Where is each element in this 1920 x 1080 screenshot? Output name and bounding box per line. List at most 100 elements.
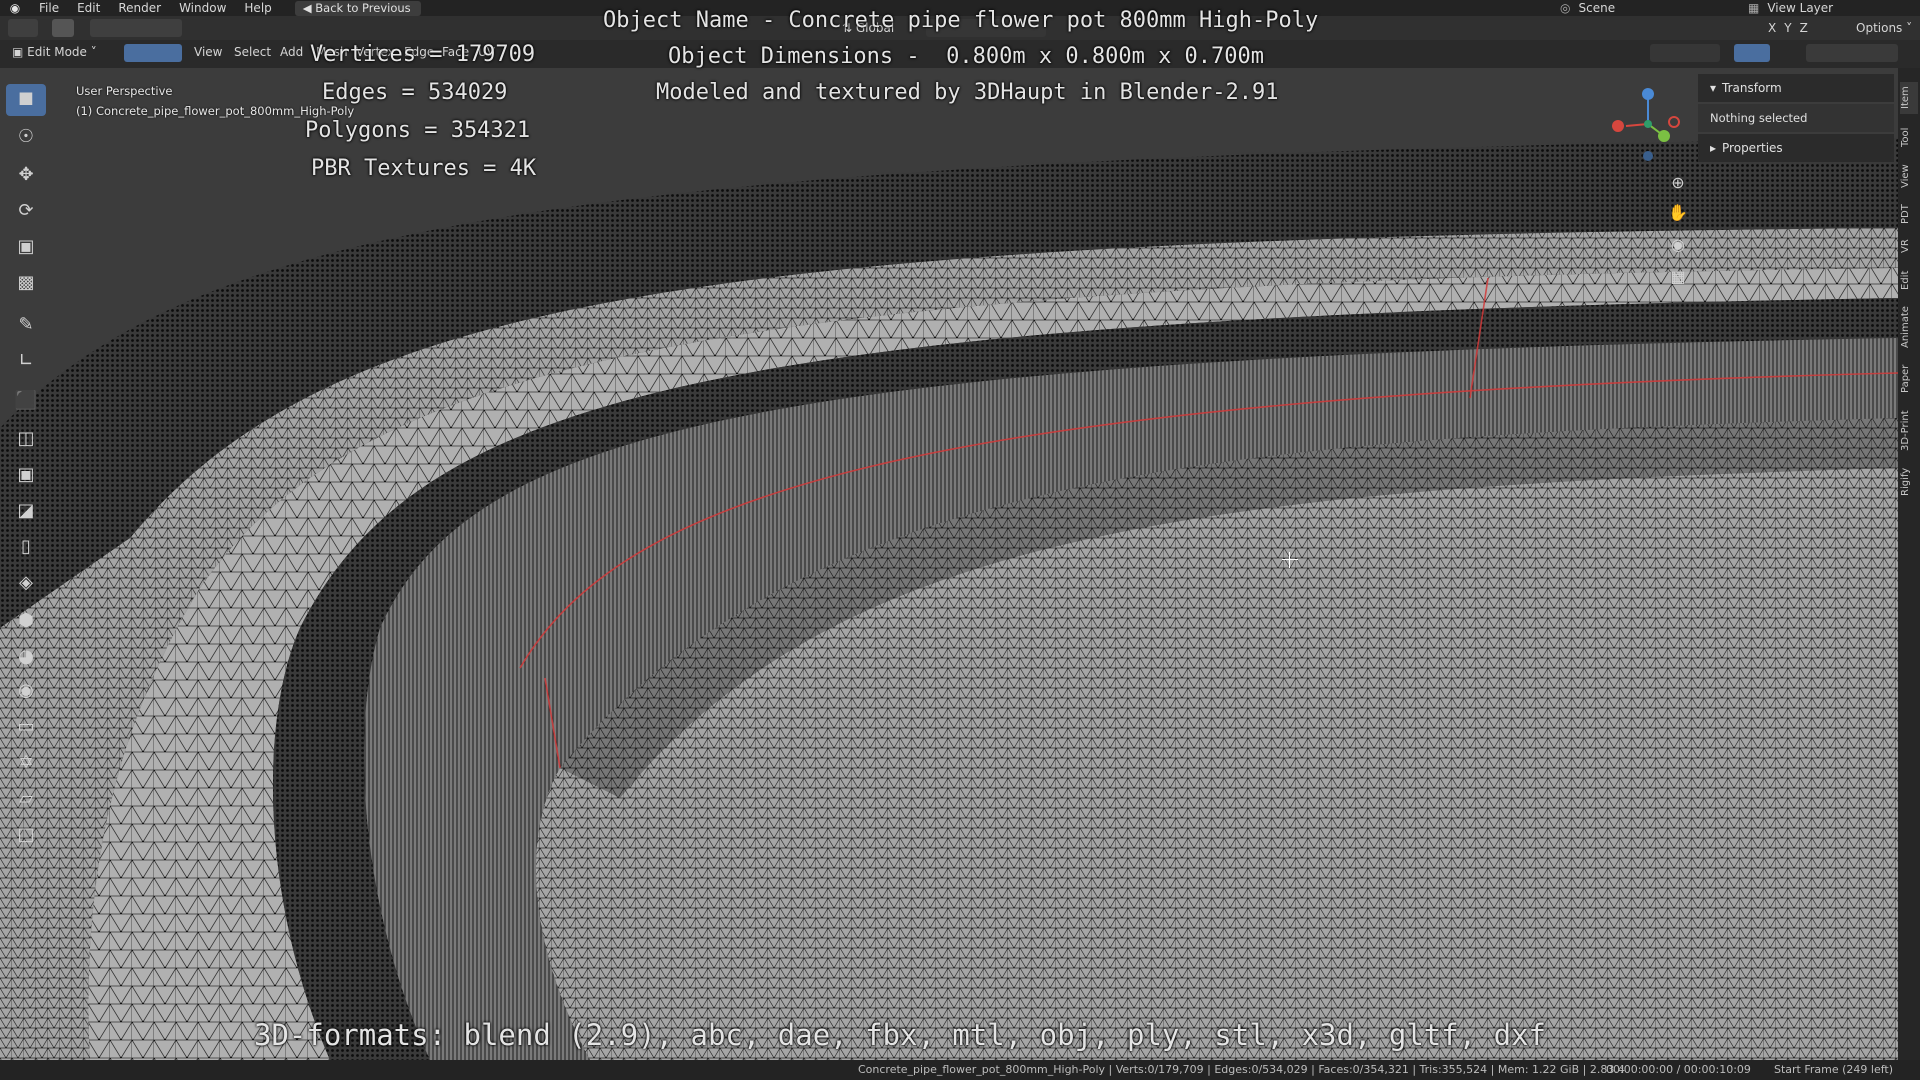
smooth-tool-icon[interactable]: ◉: [6, 674, 46, 706]
view-layer-icon: ▦: [1748, 1, 1760, 15]
menu-view[interactable]: View: [194, 42, 222, 62]
edit-mode-icon: ▣: [12, 45, 28, 59]
knife-tool-icon[interactable]: ◈: [6, 566, 46, 598]
tab-paper[interactable]: Paper: [1900, 360, 1918, 398]
view-layer-name: View Layer: [1767, 1, 1834, 15]
3d-viewport[interactable]: [0, 68, 1898, 1060]
scene-icon: ◎: [1560, 1, 1571, 15]
rotate-tool-icon[interactable]: ⟳: [6, 194, 46, 226]
properties-label: Properties: [1722, 141, 1783, 155]
poly-build-tool-icon[interactable]: ⬢: [6, 604, 46, 636]
transform-panel-header[interactable]: ▾ Transform: [1698, 74, 1894, 102]
add-cube-tool-icon[interactable]: ⬛: [6, 384, 46, 416]
object-label: (1) Concrete_pipe_flower_pot_800mm_High-…: [76, 104, 355, 118]
transform-label: Transform: [1722, 81, 1782, 95]
hud-polygons: Polygons = 354321: [305, 118, 531, 143]
move-tool-icon[interactable]: ✥: [6, 158, 46, 190]
inset-tool-icon[interactable]: ▣: [6, 458, 46, 490]
tab-3d-print[interactable]: 3D-Print: [1900, 406, 1918, 456]
nothing-selected-row: Nothing selected: [1698, 104, 1894, 132]
navigation-gizmo[interactable]: [1604, 84, 1692, 164]
frame-info: Start Frame (249 left): [1774, 1063, 1894, 1076]
menu-edit[interactable]: Edit: [68, 0, 109, 16]
annotate-tool-icon[interactable]: ✎: [6, 308, 46, 340]
menu-file[interactable]: File: [30, 0, 68, 16]
select-box-tool-icon[interactable]: ⯀: [6, 84, 46, 116]
timecode: 00:00:00:00 / 00:00:10:09: [1606, 1063, 1751, 1076]
viewport-info: User Perspective (1) Concrete_pipe_flowe…: [76, 84, 354, 118]
scale-tool-icon[interactable]: ▣: [6, 230, 46, 262]
chevron-right-icon: ▸: [1710, 141, 1717, 155]
transform-tool-icon[interactable]: ▩: [6, 266, 46, 298]
menu-select[interactable]: Select: [234, 42, 271, 62]
hud-dimensions: Object Dimensions - 0.800m x 0.800m x 0.…: [668, 44, 1265, 69]
spin-tool-icon[interactable]: ◕: [6, 640, 46, 672]
camera-view-icon[interactable]: ◉: [1664, 230, 1692, 258]
tab-rigify[interactable]: Rigify: [1900, 464, 1918, 500]
shrink-fatten-tool-icon[interactable]: ✡: [6, 746, 46, 778]
axis-x[interactable]: X: [1768, 21, 1776, 35]
scene-selector[interactable]: ◎ Scene: [1560, 0, 1720, 16]
tab-edit[interactable]: Edit: [1900, 266, 1918, 294]
hud-object-name: Object Name - Concrete pipe flower pot 8…: [603, 8, 1319, 33]
extrude-tool-icon[interactable]: ◫: [6, 422, 46, 454]
sidebar-panel: ▾ Transform Nothing selected ▸ Properties: [1698, 74, 1894, 170]
menu-render[interactable]: Render: [109, 0, 170, 16]
edge-slide-tool-icon[interactable]: ▭: [6, 710, 46, 742]
chevron-down-icon: ˅: [90, 45, 97, 59]
tab-animate[interactable]: Animate: [1900, 302, 1918, 352]
properties-panel-header[interactable]: ▸ Properties: [1698, 134, 1894, 162]
tab-view[interactable]: View: [1900, 160, 1918, 192]
tab-tool[interactable]: Tool: [1900, 122, 1918, 152]
bevel-tool-icon[interactable]: ◪: [6, 494, 46, 526]
vertex-edge-face-select[interactable]: [124, 44, 182, 62]
scene-statistics: Concrete_pipe_flower_pot_800mm_High-Poly…: [858, 1063, 1625, 1076]
menu-window[interactable]: Window: [170, 0, 235, 16]
perspective-label: User Perspective: [76, 84, 173, 98]
status-bar: Concrete_pipe_flower_pot_800mm_High-Poly…: [0, 1060, 1920, 1080]
tab-pdt[interactable]: PDT: [1900, 200, 1918, 228]
cursor-tool-icon[interactable]: ☉: [6, 120, 46, 152]
nothing-selected-label: Nothing selected: [1710, 111, 1808, 125]
hud-textures: PBR Textures = 4K: [311, 156, 537, 181]
select-tool-icon[interactable]: [52, 19, 74, 37]
blender-logo-icon[interactable]: ◉: [0, 1, 30, 15]
mode-dropdown[interactable]: ▣ Edit Mode ˅: [12, 42, 118, 62]
measure-tool-icon[interactable]: ∟: [6, 344, 46, 376]
tab-item[interactable]: Item: [1900, 82, 1918, 114]
back-icon: ◀: [302, 0, 316, 15]
hud-credit: Modeled and textured by 3DHaupt in Blend…: [656, 80, 1279, 105]
rip-tool-icon[interactable]: □: [6, 818, 46, 850]
ortho-grid-icon[interactable]: ▦: [1664, 262, 1692, 290]
back-to-previous-label: Back to Previous: [315, 0, 411, 15]
visibility-icons[interactable]: [1650, 44, 1720, 62]
zoom-icon[interactable]: ⊕: [1664, 168, 1692, 196]
options-dropdown[interactable]: Options ˅: [1856, 18, 1912, 38]
3d-cursor-icon[interactable]: [1282, 552, 1298, 568]
hud-edges: Edges = 534029: [322, 80, 508, 105]
overlay-toggle-icon[interactable]: [1734, 44, 1770, 62]
axis-y[interactable]: Y: [1784, 21, 1791, 35]
select-mode-icons[interactable]: [90, 19, 182, 37]
mirror-axes[interactable]: XYZ: [1768, 18, 1808, 38]
menu-help[interactable]: Help: [235, 0, 280, 16]
pan-hand-icon[interactable]: ✋: [1664, 198, 1692, 226]
axis-z[interactable]: Z: [1800, 21, 1808, 35]
chevron-down-icon: ˅: [1906, 21, 1913, 35]
shear-tool-icon[interactable]: ▱: [6, 782, 46, 814]
hud-formats: 3D-formats: blend (2.9), abc, dae, fbx, …: [254, 1018, 1547, 1052]
back-to-previous-button[interactable]: ◀ Back to Previous: [294, 0, 421, 16]
scene-name: Scene: [1578, 1, 1616, 15]
editor-type-button[interactable]: [8, 19, 38, 37]
chevron-down-icon: ▾: [1710, 81, 1717, 95]
loop-cut-tool-icon[interactable]: ▯: [6, 530, 46, 562]
mode-label: Edit Mode: [27, 45, 87, 59]
sidebar-tabs: Item Tool View PDT VR Edit Animate Paper…: [1898, 68, 1920, 1060]
tab-vr[interactable]: VR: [1900, 234, 1918, 258]
shading-mode-icons[interactable]: [1806, 44, 1898, 62]
view-layer-selector[interactable]: ▦ View Layer: [1748, 0, 1920, 16]
options-label: Options: [1856, 21, 1903, 35]
mesh-wireframe: [0, 68, 1898, 1060]
menu-add[interactable]: Add: [280, 42, 303, 62]
hud-vertices: Vertices = 179709: [310, 42, 536, 67]
